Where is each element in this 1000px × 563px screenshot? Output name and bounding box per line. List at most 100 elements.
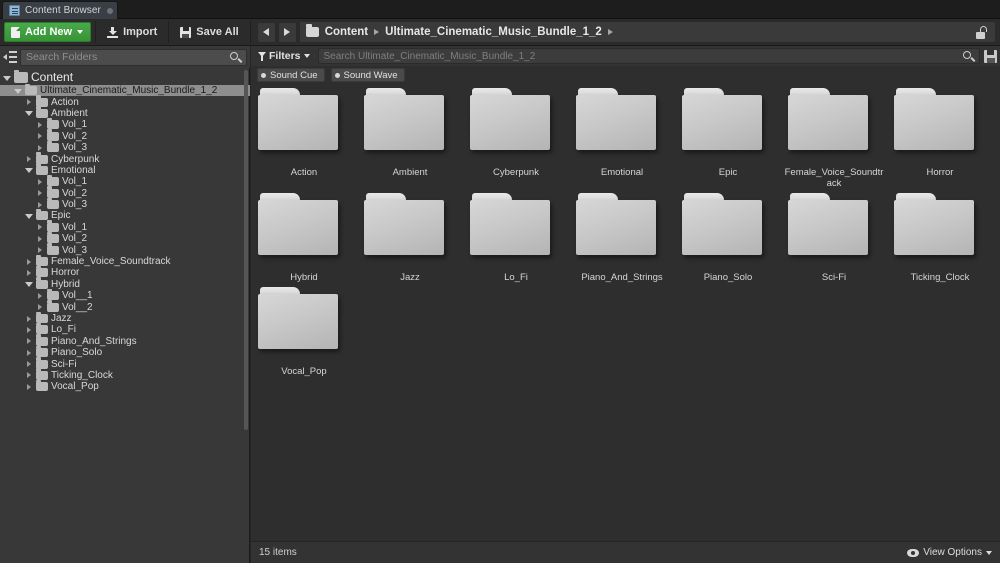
folder-tile-piano_and_strings[interactable]: Piano_And_Strings [569, 189, 675, 283]
tree-item-vol_1[interactable]: Vol_1 [0, 174, 250, 187]
expand-arrow-closed-icon[interactable] [24, 98, 33, 107]
folder-tile-lo_fi[interactable]: Lo_Fi [463, 189, 569, 283]
folder-icon [47, 197, 59, 210]
collapse-all-icon[interactable] [3, 50, 17, 64]
expand-arrow-closed-icon[interactable] [24, 371, 33, 380]
expand-arrow-open-icon[interactable] [2, 73, 11, 82]
folder-tile-female_voice_soundtrack[interactable]: Female_Voice_Soundtrack [781, 84, 887, 189]
expand-arrow-closed-icon[interactable] [24, 382, 33, 391]
folder-tile-action[interactable]: Action [251, 84, 357, 189]
expand-arrow-open-icon[interactable] [24, 280, 33, 289]
toolbar-divider [249, 21, 251, 43]
save-search-icon[interactable] [984, 49, 997, 63]
folder-icon [470, 88, 562, 156]
tree-item-vol__1[interactable]: Vol__1 [0, 288, 250, 301]
tree-item-label: Vol_3 [62, 199, 88, 211]
filter-chip-dot-icon [334, 72, 340, 78]
folder-tile-label: Epic [718, 167, 738, 178]
tree-item-ambient[interactable]: Ambient [0, 106, 250, 119]
expand-arrow-closed-icon[interactable] [35, 234, 44, 243]
filters-button[interactable]: Filters [254, 48, 314, 64]
tree-item-content[interactable]: Content [0, 69, 250, 85]
folder-icon [36, 277, 48, 289]
sidebar-scrollbar[interactable] [244, 70, 248, 430]
folder-tile-epic[interactable]: Epic [675, 84, 781, 189]
breadcrumb-item-bundle[interactable]: Ultimate_Cinematic_Music_Bundle_1_2 [385, 26, 602, 38]
unlocked-padlock-icon[interactable] [975, 25, 987, 39]
expand-arrow-closed-icon[interactable] [24, 268, 33, 277]
folder-tile-vocal_pop[interactable]: Vocal_Pop [251, 283, 357, 377]
expand-arrow-closed-icon[interactable] [24, 257, 33, 266]
expand-arrow-closed-icon[interactable] [35, 132, 44, 141]
tree-item-label: Female_Voice_Soundtrack [51, 256, 171, 268]
expand-arrow-closed-icon[interactable] [35, 143, 44, 152]
folder-icon [36, 345, 48, 358]
folder-tile-hybrid[interactable]: Hybrid [251, 189, 357, 283]
breadcrumb-item-content[interactable]: Content [325, 26, 368, 38]
expand-arrow-closed-icon[interactable] [35, 200, 44, 209]
expand-arrow-closed-icon[interactable] [35, 177, 44, 186]
chevron-down-icon [986, 550, 992, 555]
folder-icon [25, 83, 37, 96]
tree-item-label: Vocal_Pop [51, 381, 99, 393]
tree-item-vocal_pop[interactable]: Vocal_Pop [0, 379, 250, 393]
expand-arrow-closed-icon[interactable] [24, 337, 33, 346]
tree-item-vol_2[interactable]: Vol_2 [0, 129, 250, 142]
expand-arrow-open-icon[interactable] [24, 211, 33, 220]
expand-arrow-closed-icon[interactable] [24, 155, 33, 164]
tree-item-vol_2[interactable]: Vol_2 [0, 186, 250, 199]
navigation-buttons [256, 21, 297, 43]
search-assets-input[interactable]: Search Ultimate_Cinematic_Music_Bundle_1… [317, 48, 980, 64]
folder-icon [47, 129, 59, 141]
expand-arrow-closed-icon[interactable] [24, 325, 33, 334]
add-new-label: Add New [25, 26, 73, 38]
expand-arrow-closed-icon[interactable] [35, 120, 44, 129]
import-button[interactable]: Import [100, 21, 164, 43]
breadcrumb[interactable]: Content Ultimate_Cinematic_Music_Bundle_… [298, 21, 996, 43]
tree-item-emotional[interactable]: Emotional [0, 163, 250, 176]
expand-arrow-closed-icon[interactable] [24, 360, 33, 369]
filter-chip-sound-wave[interactable]: Sound Wave [330, 68, 405, 82]
tree-item-vol_2[interactable]: Vol_2 [0, 231, 250, 244]
folder-tile-piano_solo[interactable]: Piano_Solo [675, 189, 781, 283]
window-tab-strip: Content Browser [0, 0, 1000, 19]
folder-tile-ticking_clock[interactable]: Ticking_Clock [887, 189, 993, 283]
expand-arrow-closed-icon[interactable] [35, 303, 44, 312]
tree-item-vol_1[interactable]: Vol_1 [0, 117, 250, 130]
search-folders-input[interactable]: Search Folders [20, 48, 247, 66]
folder-tile-horror[interactable]: Horror [887, 84, 993, 189]
folder-tile-emotional[interactable]: Emotional [569, 84, 675, 189]
folder-tile-label: Cyberpunk [493, 167, 539, 178]
expand-arrow-closed-icon[interactable] [35, 189, 44, 198]
expand-arrow-closed-icon[interactable] [35, 246, 44, 255]
expand-arrow-closed-icon[interactable] [24, 348, 33, 357]
add-new-button[interactable]: Add New [4, 22, 92, 42]
folder-tile-cyberpunk[interactable]: Cyberpunk [463, 84, 569, 189]
expand-arrow-open-icon[interactable] [13, 86, 22, 95]
close-icon[interactable] [106, 8, 113, 14]
expand-arrow-open-icon[interactable] [24, 109, 33, 118]
folder-icon [47, 174, 59, 187]
tree-item-epic[interactable]: Epic [0, 208, 250, 221]
forward-button[interactable] [277, 21, 297, 43]
tree-item-label: Vol__2 [62, 301, 93, 313]
chevron-right-icon[interactable] [607, 29, 613, 35]
folder-icon [36, 379, 48, 392]
tree-item-vol_1[interactable]: Vol_1 [0, 220, 250, 233]
expand-arrow-closed-icon[interactable] [35, 223, 44, 232]
folder-tile-jazz[interactable]: Jazz [357, 189, 463, 283]
view-options-button[interactable]: View Options [907, 547, 992, 558]
main-toolbar: Add New Import Save All Content Ultimate [0, 19, 1000, 46]
folder-icon [36, 311, 48, 323]
expand-arrow-closed-icon[interactable] [35, 291, 44, 300]
tab-content-browser[interactable]: Content Browser [2, 1, 118, 19]
folder-tile-label: Horror [926, 167, 954, 178]
expand-arrow-open-icon[interactable] [24, 166, 33, 175]
folder-tile-ambient[interactable]: Ambient [357, 84, 463, 189]
back-button[interactable] [256, 21, 276, 43]
save-all-button[interactable]: Save All [173, 21, 245, 43]
folder-tile-sci-fi[interactable]: Sci-Fi [781, 189, 887, 283]
tree-item-hybrid[interactable]: Hybrid [0, 277, 250, 290]
filter-chip-sound-cue[interactable]: Sound Cue [257, 68, 325, 82]
expand-arrow-closed-icon[interactable] [24, 314, 33, 323]
